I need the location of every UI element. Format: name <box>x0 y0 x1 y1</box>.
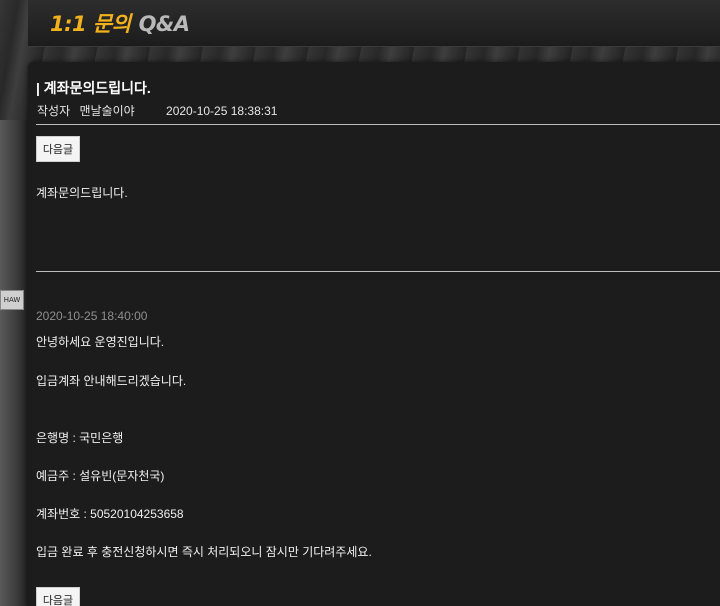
page-title-qa: Q&A <box>138 12 190 36</box>
reply-account: 계좌번호 : 50520104253658 <box>36 507 184 521</box>
reply-intro: 입금계좌 안내해드리겠습니다. <box>36 374 187 388</box>
content-panel: | 계좌문의드립니다. 작성자 맨날술이야 2020-10-25 18:38:3… <box>28 62 720 606</box>
reply-holder: 예금주 : 설유빈(문자천국) <box>36 469 165 483</box>
post-body: 계좌문의드립니다. <box>36 186 128 200</box>
reply-date: 2020-10-25 18:40:00 <box>36 309 148 323</box>
divider-reply <box>36 271 720 272</box>
page-header: 1:1 문의 Q&A <box>28 0 720 47</box>
page-title-main: 1:1 문의 <box>50 12 131 36</box>
reply-notice: 입금 완료 후 충전신청하시면 즉시 처리되오니 잠시만 기다려주세요. <box>36 545 372 559</box>
author-name: 맨날술이야 <box>79 104 135 118</box>
next-post-button-bottom[interactable]: 다음글 <box>36 587 80 606</box>
reply-greeting: 안녕하세요 운영진입니다. <box>36 335 165 349</box>
background-logo-fragment: HAW <box>0 290 24 310</box>
page-title: 1:1 문의 Q&A <box>50 8 190 38</box>
post-meta: 작성자 맨날술이야 2020-10-25 18:38:31 <box>37 102 283 119</box>
divider-top <box>36 124 720 125</box>
reply-bank: 은행명 : 국민은행 <box>36 431 124 445</box>
page: HAW 1:1 문의 Q&A | 계좌문의드립니다. 작성자 맨날술이야 2020… <box>0 0 720 606</box>
author-label: 작성자 <box>37 104 71 118</box>
background-left-strip <box>0 120 28 606</box>
post-title: | 계좌문의드립니다. <box>36 80 151 96</box>
post-date: 2020-10-25 18:38:31 <box>166 104 278 118</box>
next-post-button[interactable]: 다음글 <box>36 136 80 162</box>
